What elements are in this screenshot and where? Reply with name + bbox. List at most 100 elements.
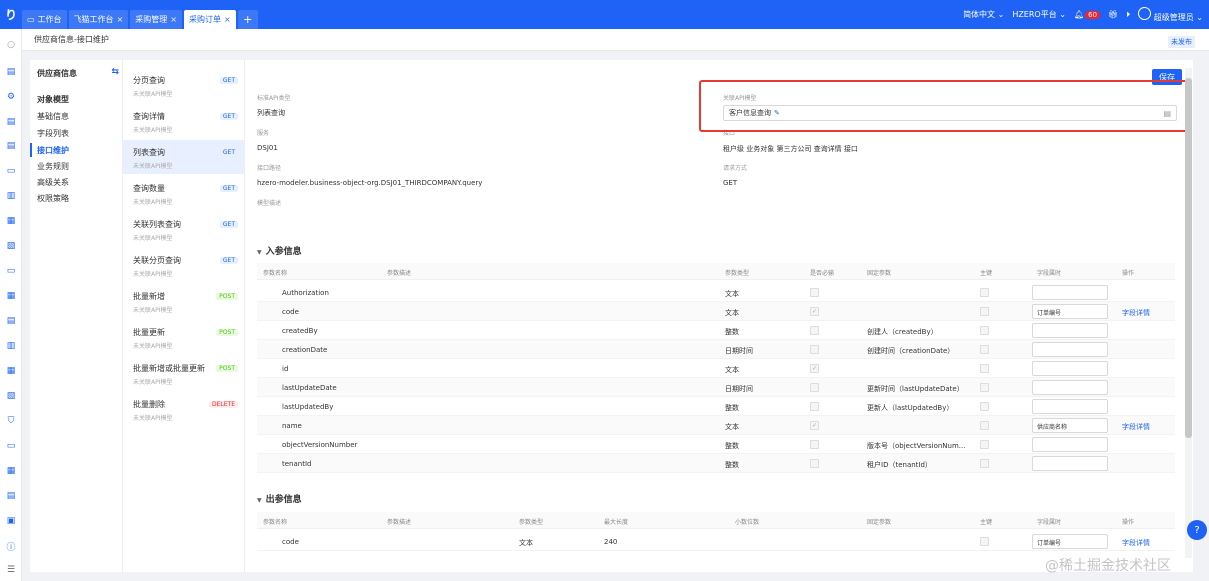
field-attr-input[interactable] xyxy=(1032,361,1108,376)
tab-purchase-order[interactable]: 采购订单 × xyxy=(183,10,236,29)
info-icon[interactable]: ⓘ xyxy=(5,540,17,553)
field-attr-input[interactable] xyxy=(1032,380,1108,395)
list-icon[interactable]: ▤ xyxy=(5,116,17,128)
model-nav-item[interactable]: 业务规则 xyxy=(37,161,69,172)
field-label: 标准API类型 xyxy=(257,95,291,102)
table-icon[interactable]: ▦ xyxy=(5,365,17,377)
language-select[interactable]: 简体中文 ⌄ xyxy=(963,9,1004,20)
menu-icon[interactable]: ☰ xyxy=(5,564,17,576)
api-item[interactable]: 关联分页查询 未关联API模型 GET xyxy=(123,248,244,282)
input-section-title[interactable]: ▼ 入参信息 xyxy=(257,244,302,257)
field-attr-input[interactable] xyxy=(1032,399,1108,414)
file-icon[interactable]: ▥ xyxy=(5,340,17,352)
gift-icon[interactable]: 🎁︎ xyxy=(1108,10,1118,19)
api-item[interactable]: 分页查询 未关联API模型 GET xyxy=(123,68,244,102)
field-detail-link[interactable]: 字段详情 xyxy=(1122,538,1150,548)
clipboard-icon[interactable]: ▦ xyxy=(5,215,17,227)
notification-button[interactable]: 🔔︎ 60 xyxy=(1073,10,1101,19)
required-checkbox[interactable]: ✓ xyxy=(810,364,819,373)
add-tab-button[interactable]: + xyxy=(237,10,258,29)
chart-icon[interactable]: ▧ xyxy=(5,240,17,252)
api-item[interactable]: 关联列表查询 未关联API模型 GET xyxy=(123,212,244,246)
api-item[interactable]: 查询详情 未关联API模型 GET xyxy=(123,104,244,138)
output-section-title[interactable]: ▼ 出参信息 xyxy=(257,492,302,505)
close-icon[interactable]: × xyxy=(224,15,231,24)
scrollbar-thumb[interactable] xyxy=(1185,78,1192,438)
shield-icon[interactable]: ⛉ xyxy=(5,415,17,427)
tab-feimao-workbench[interactable]: 飞猫工作台 × xyxy=(68,10,129,29)
field-attr-input[interactable] xyxy=(1032,437,1108,452)
required-checkbox[interactable] xyxy=(810,440,819,449)
required-checkbox[interactable] xyxy=(810,402,819,411)
api-item[interactable]: 查询数量 未关联API模型 GET xyxy=(123,176,244,210)
help-button[interactable]: ? xyxy=(1187,520,1207,540)
field-attr-input[interactable]: 订单编号 xyxy=(1032,304,1108,319)
bell-icon: 🔔︎ xyxy=(1073,10,1085,19)
api-item[interactable]: 批量更新 未关联API模型 POST xyxy=(123,320,244,354)
model-nav-item[interactable]: 字段列表 xyxy=(37,128,69,139)
required-checkbox[interactable] xyxy=(810,345,819,354)
primary-key-checkbox[interactable] xyxy=(980,307,989,316)
primary-key-checkbox[interactable] xyxy=(980,537,989,546)
close-icon[interactable]: × xyxy=(170,15,177,24)
close-icon[interactable]: × xyxy=(117,15,124,24)
scrollbar[interactable] xyxy=(1185,68,1192,558)
required-checkbox[interactable] xyxy=(810,383,819,392)
grid-icon[interactable]: ▦ xyxy=(5,290,17,302)
platform-select[interactable]: HZERO平台 ⌄ xyxy=(1012,9,1066,20)
table-icon[interactable]: ▦ xyxy=(5,465,17,477)
model-nav-item[interactable]: 对象模型 xyxy=(37,94,69,105)
field-detail-link[interactable]: 字段详情 xyxy=(1122,422,1150,432)
document-icon[interactable]: ▤ xyxy=(5,66,17,78)
field-detail-link[interactable]: 字段详情 xyxy=(1122,308,1150,318)
required-checkbox[interactable] xyxy=(810,459,819,468)
api-item[interactable]: 批量新增 未关联API模型 POST xyxy=(123,284,244,318)
tab-purchase-management[interactable]: 采购管理 × xyxy=(130,10,182,29)
model-nav-item-active[interactable]: 接口维护 xyxy=(37,145,69,156)
primary-key-checkbox[interactable] xyxy=(980,326,989,335)
circle-icon[interactable]: ○ xyxy=(5,39,17,51)
model-nav-item[interactable]: 高级关系 xyxy=(37,177,69,188)
primary-key-checkbox[interactable] xyxy=(980,421,989,430)
field-attr-input[interactable] xyxy=(1032,456,1108,471)
primary-key-checkbox[interactable] xyxy=(980,345,989,354)
model-nav-item[interactable]: 基础信息 xyxy=(37,111,69,122)
primary-key-checkbox[interactable] xyxy=(980,402,989,411)
document-icon[interactable]: ▤ xyxy=(5,490,17,502)
image-icon[interactable]: ▧ xyxy=(5,390,17,402)
api-item[interactable]: 批量新增或批量更新 未关联API模型 POST xyxy=(123,356,244,390)
highlight-box xyxy=(699,80,1189,132)
report-icon[interactable]: ▥ xyxy=(5,190,17,202)
screen-icon[interactable]: ▭ xyxy=(5,440,17,452)
switch-icon[interactable]: ⇆ xyxy=(111,67,119,77)
table-row: code 文本 240 订单编号 字段详情 xyxy=(257,532,1175,551)
tab-workbench[interactable]: ▭ 工作台 xyxy=(22,10,67,29)
field-attr-input[interactable] xyxy=(1032,342,1108,357)
required-checkbox[interactable]: ✓ xyxy=(810,307,819,316)
field-attr-input[interactable] xyxy=(1032,285,1108,300)
api-item[interactable]: 批量删除 未关联API模型 DELETE xyxy=(123,392,244,426)
required-checkbox[interactable] xyxy=(810,288,819,297)
api-path-value: hzero-modeler.business-object-org.DSJ01_… xyxy=(257,179,483,187)
primary-key-checkbox[interactable] xyxy=(980,459,989,468)
field-label: 接口路径 xyxy=(257,165,282,172)
box-icon[interactable]: ▣ xyxy=(5,515,17,527)
calendar-icon[interactable]: ▤ xyxy=(5,315,17,327)
folder-icon[interactable]: ▭ xyxy=(5,165,17,177)
play-icon[interactable]: ⏵ xyxy=(1126,10,1130,20)
primary-key-checkbox[interactable] xyxy=(980,364,989,373)
required-checkbox[interactable] xyxy=(810,326,819,335)
primary-key-checkbox[interactable] xyxy=(980,440,989,449)
field-attr-input[interactable] xyxy=(1032,323,1108,338)
settings-icon[interactable]: ⚙ xyxy=(5,91,17,103)
primary-key-checkbox[interactable] xyxy=(980,383,989,392)
user-menu[interactable]: 超级管理员 ⌄ xyxy=(1138,6,1203,23)
required-checkbox[interactable]: ✓ xyxy=(810,421,819,430)
primary-key-checkbox[interactable] xyxy=(980,288,989,297)
field-attr-input[interactable]: 订单编号 xyxy=(1032,534,1108,549)
field-attr-input[interactable]: 供应商名称 xyxy=(1032,418,1108,433)
folder-icon[interactable]: ▭ xyxy=(5,265,17,277)
model-nav-item[interactable]: 权限策略 xyxy=(37,193,69,204)
list-icon[interactable]: ▤ xyxy=(5,140,17,152)
api-item-active[interactable]: 列表查询 未关联API模型 GET xyxy=(123,140,244,174)
